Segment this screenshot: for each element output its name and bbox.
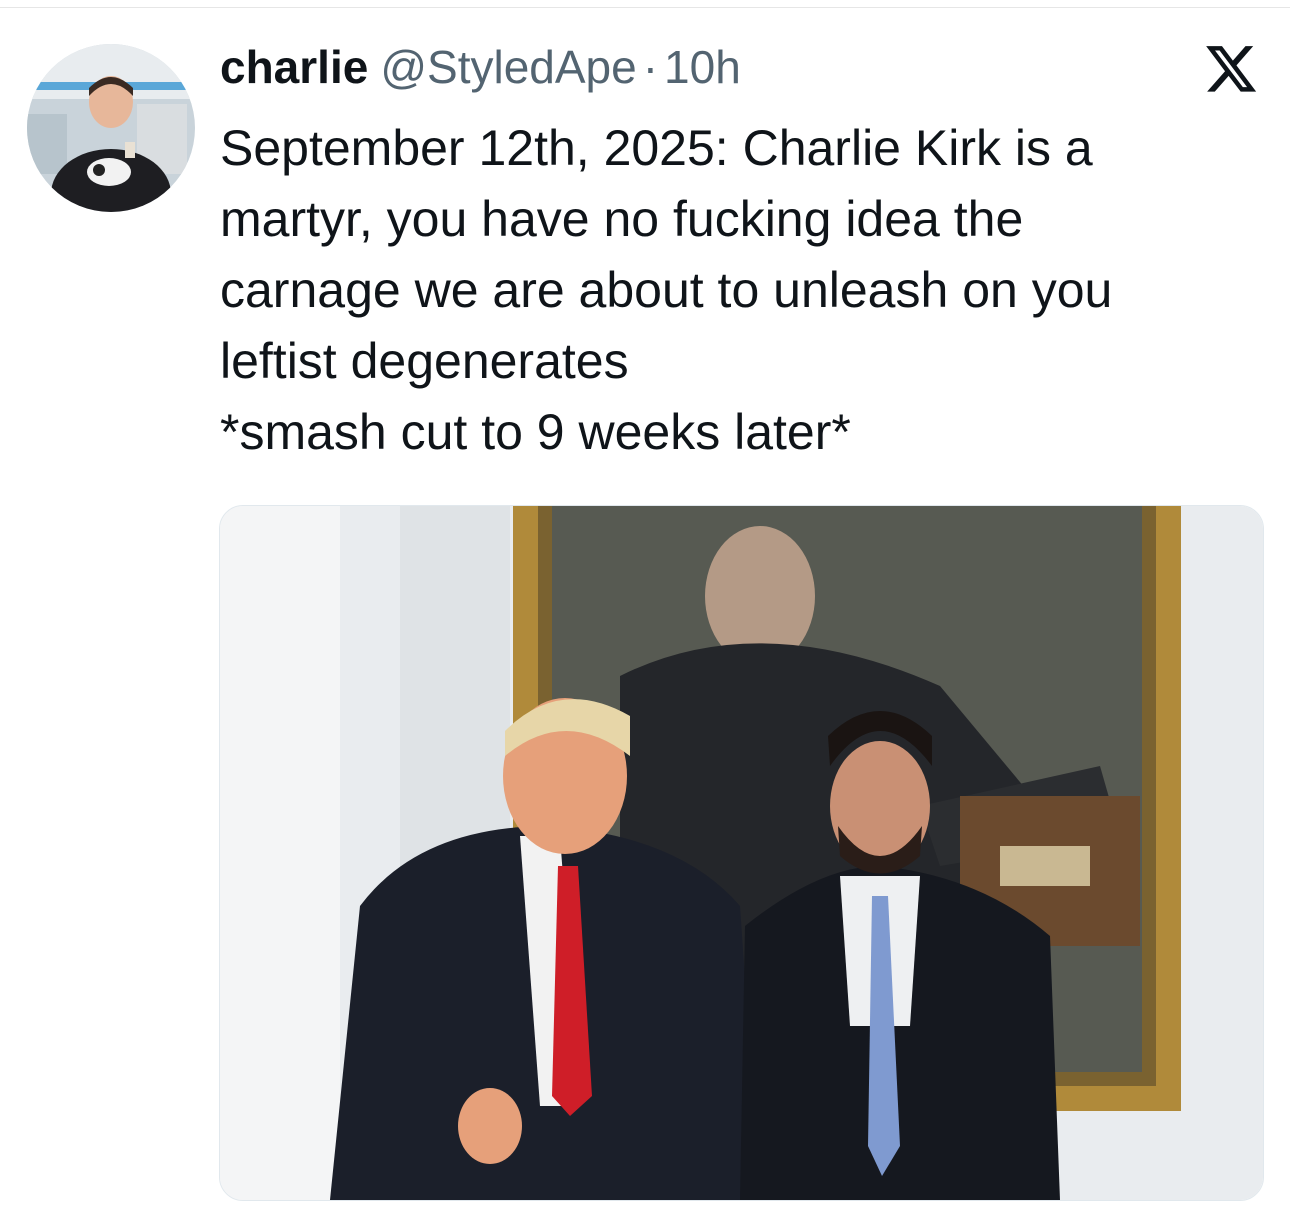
x-logo-icon (1206, 46, 1258, 94)
tweet-header: charlie @StyledApe · 10h (220, 40, 741, 100)
tweet-media-photo[interactable] (219, 505, 1264, 1201)
tweet-text-line: September 12th, 2025: Charlie Kirk is a (220, 120, 1093, 176)
header-separator: · (642, 41, 659, 93)
user-handle[interactable]: @StyledApe (380, 40, 636, 94)
tweet-text: September 12th, 2025: Charlie Kirk is a … (220, 113, 1265, 468)
tweet-text-line: *smash cut to 9 weeks later* (220, 404, 851, 460)
tweet-text-line: martyr, you have no fucking idea the (220, 191, 1024, 247)
tweet-card[interactable]: charlie @StyledApe · 10h September 12th,… (0, 0, 1290, 1211)
tweet-text-line: leftist degenerates (220, 333, 629, 389)
profile-avatar[interactable] (27, 44, 195, 212)
timestamp[interactable]: 10h (664, 40, 741, 94)
display-name[interactable]: charlie (220, 40, 368, 94)
tweet-text-line: carnage we are about to unleash on you (220, 262, 1113, 318)
